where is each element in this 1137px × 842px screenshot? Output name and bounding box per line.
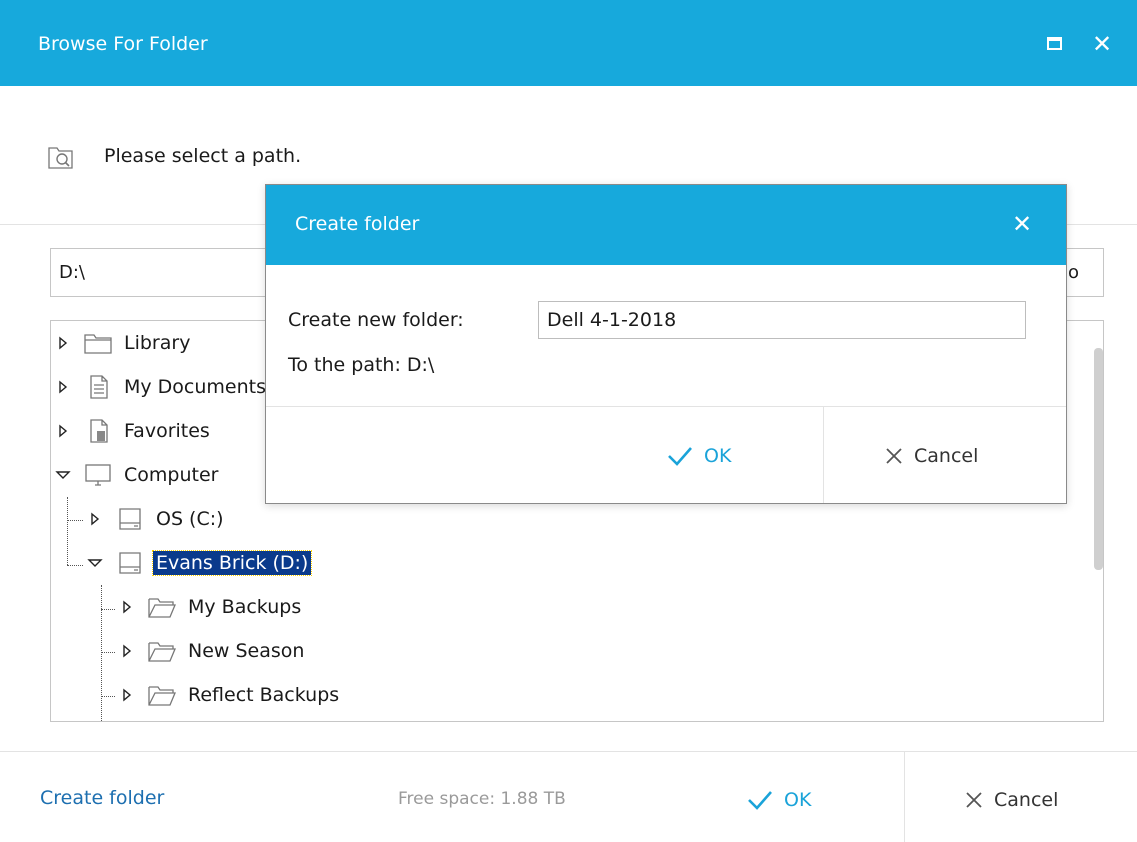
tree-item-label: Reflect Backups <box>188 684 340 706</box>
tree-item-label: Favorites <box>124 420 210 442</box>
x-icon <box>886 448 902 464</box>
folder-icon <box>84 334 112 354</box>
target-path-text: To the path: D:\ <box>288 354 435 376</box>
tree-item-computer[interactable]: Computer <box>55 457 221 493</box>
x-icon <box>966 792 982 808</box>
expand-arrow-icon[interactable] <box>119 643 135 659</box>
collapse-arrow-icon[interactable] <box>87 555 103 571</box>
tree-item-my-backups[interactable]: My Backups <box>119 589 304 625</box>
tree-item-label: New Season <box>188 640 305 662</box>
collapse-arrow-icon[interactable] <box>55 467 71 483</box>
tree-item-new-season[interactable]: New Season <box>119 633 307 669</box>
dialog-cancel-button[interactable]: Cancel <box>884 439 978 473</box>
checkmark-icon <box>668 447 692 466</box>
divider <box>0 751 1137 752</box>
divider <box>266 406 1066 407</box>
close-icon: ✕ <box>1091 30 1113 58</box>
expand-arrow-icon[interactable] <box>55 379 71 395</box>
tree-item-evans-brick-d[interactable]: Evans Brick (D:) <box>87 545 313 581</box>
expand-arrow-icon[interactable] <box>119 599 135 615</box>
dialog-titlebar: Create folder ✕ <box>266 185 1066 265</box>
ok-label: OK <box>784 789 812 811</box>
checkmark-icon <box>748 791 772 810</box>
drive-icon <box>119 552 141 574</box>
tree-connector <box>101 585 102 721</box>
cancel-label: Cancel <box>914 445 979 467</box>
tree-item-os-c[interactable]: OS (C:) <box>87 501 227 537</box>
tree-connector <box>67 520 83 521</box>
folder-open-icon <box>148 642 176 662</box>
new-folder-label: Create new folder: <box>288 309 464 331</box>
expand-arrow-icon[interactable] <box>119 687 135 703</box>
tree-connector <box>101 696 115 697</box>
folder-open-icon <box>148 598 176 618</box>
free-space-text: Free space: 1.88 TB <box>398 789 566 809</box>
divider <box>904 751 905 842</box>
tree-item-favorites[interactable]: Favorites <box>55 413 213 449</box>
path-button-fragment[interactable]: o <box>1068 262 1079 283</box>
tree-item-label: OS (C:) <box>156 508 224 530</box>
tree-item-reflect-backups[interactable]: Reflect Backups <box>119 677 342 713</box>
tree-connector <box>67 497 68 565</box>
window-title: Browse For Folder <box>38 33 208 55</box>
close-icon: ✕ <box>1011 210 1033 238</box>
cancel-button[interactable]: Cancel <box>964 783 1058 817</box>
divider <box>823 406 824 503</box>
expand-arrow-icon[interactable] <box>55 423 71 439</box>
ok-button[interactable]: OK <box>746 783 811 817</box>
dialog-close-button[interactable]: ✕ <box>1010 212 1034 236</box>
dialog-title: Create folder <box>295 213 420 235</box>
ok-label: OK <box>704 445 732 467</box>
folder-search-icon <box>48 147 73 169</box>
prompt-text: Please select a path. <box>104 145 302 167</box>
tree-connector <box>67 565 83 566</box>
tree-item-library[interactable]: Library <box>55 325 193 361</box>
tree-item-my-documents[interactable]: My Documents <box>55 369 269 405</box>
dialog-ok-button[interactable]: OK <box>666 439 731 473</box>
tree-item-label: My Documents <box>124 376 267 398</box>
tree-item-label: My Backups <box>188 596 302 618</box>
cancel-label: Cancel <box>994 789 1059 811</box>
create-folder-link[interactable]: Create folder <box>40 787 164 809</box>
tree-item-label: Library <box>124 332 191 354</box>
drive-icon <box>119 508 141 530</box>
tree-item-label-selected: Evans Brick (D:) <box>151 550 313 576</box>
tree-connector <box>101 652 115 653</box>
favorites-icon <box>90 419 108 443</box>
tree-item-label: Computer <box>124 464 219 486</box>
expand-arrow-icon[interactable] <box>87 511 103 527</box>
folder-open-icon <box>148 686 176 706</box>
maximize-icon <box>1047 37 1062 50</box>
maximize-button[interactable] <box>1044 32 1068 56</box>
expand-arrow-icon[interactable] <box>55 335 71 351</box>
tree-scrollbar[interactable] <box>1094 348 1103 570</box>
document-icon <box>90 375 108 399</box>
tree-connector <box>101 609 115 610</box>
create-folder-dialog: Create folder ✕ Create new folder: To th… <box>265 184 1067 504</box>
close-button[interactable]: ✕ <box>1090 32 1114 56</box>
window-titlebar: Browse For Folder ✕ <box>0 0 1137 86</box>
computer-icon <box>85 464 111 486</box>
new-folder-name-input[interactable] <box>538 301 1026 339</box>
